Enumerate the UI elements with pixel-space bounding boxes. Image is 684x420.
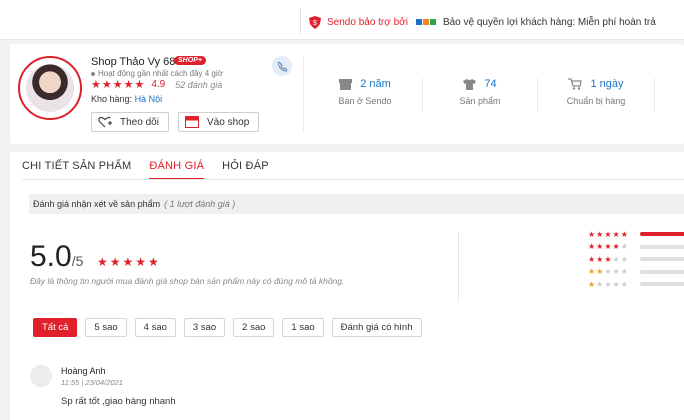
distribution-bar-fill: [640, 232, 684, 237]
stat-label: Chuẩn bị hàng: [566, 96, 626, 106]
distribution-stars-icon: ★★★★★: [588, 267, 629, 277]
tab-reviews[interactable]: ĐÁNH GIÁ: [149, 160, 205, 180]
score-out-of: /5: [71, 253, 84, 269]
divider: [458, 232, 459, 302]
shop-avatar[interactable]: [18, 56, 82, 120]
filter-chip[interactable]: 5 sao: [85, 318, 127, 337]
stat-value: 1 ngày: [590, 78, 624, 90]
distribution-stars-icon: ★★★★★: [588, 229, 629, 239]
follow-button[interactable]: Theo dõi: [91, 112, 169, 132]
tab-bar: CHI TIẾT SẢN PHẨM ĐÁNH GIÁ HỎI ĐÁP: [22, 160, 287, 180]
score-note: Đây là thông tin người mua đánh giá shop…: [30, 276, 345, 286]
stat-prepare: 1 ngày Chuẩn bị hàng: [556, 78, 636, 106]
rating-stars-icon: ★★★★★: [91, 79, 146, 91]
distribution-row[interactable]: ★★★★★: [588, 228, 684, 241]
phone-icon: [277, 60, 287, 71]
distribution-stars-icon: ★★★★★: [588, 254, 629, 264]
tab-qa[interactable]: HỎI ĐÁP: [222, 160, 269, 180]
shop-icon: [185, 116, 199, 128]
filter-chip[interactable]: 4 sao: [134, 318, 176, 337]
distribution-stars-icon: ★★★★★: [588, 279, 629, 289]
divider: [422, 78, 423, 112]
review-time: 11:55 | 23/04/2021: [61, 378, 123, 387]
distribution-bar: [640, 269, 684, 274]
review-text: Sp rất tốt ,giao hàng nhanh: [61, 396, 176, 407]
svg-text:$: $: [313, 20, 317, 27]
status-dot-icon: [91, 71, 95, 76]
distribution-bar: [640, 257, 684, 262]
store-icon: [339, 78, 353, 90]
warehouse: Kho hàng: Hà Nội: [91, 94, 162, 104]
distribution-row[interactable]: ★★★★★: [588, 278, 684, 291]
distribution-row[interactable]: ★★★★★: [588, 266, 684, 279]
distribution-bar: [640, 232, 684, 237]
tab-product-details[interactable]: CHI TIẾT SẢN PHẨM: [22, 160, 131, 180]
shop-rating: ★★★★★ 4.9 52 đánh giá: [91, 78, 222, 91]
review-heading: Đánh giá nhận xét về sản phẩm: [33, 199, 161, 209]
rating-value: 4.9: [151, 79, 166, 90]
chat-button[interactable]: [272, 56, 292, 76]
product-tabs-panel: CHI TIẾT SẢN PHẨM ĐÁNH GIÁ HỎI ĐÁP Đánh …: [10, 152, 684, 420]
stat-label: Sản phẩm: [459, 96, 501, 106]
warehouse-label: Kho hàng:: [91, 94, 133, 104]
stat-value: 74: [484, 78, 497, 90]
divider: [22, 179, 684, 180]
distribution-bar: [640, 244, 684, 249]
avatar: [26, 64, 74, 112]
visit-shop-label: Vào shop: [207, 116, 250, 128]
stat-years: 2 năm Bán ở Sendo: [325, 78, 405, 106]
filter-chip[interactable]: 3 sao: [183, 318, 226, 337]
score-value: 5.0: [30, 240, 72, 273]
heart-plus-icon: [98, 116, 112, 128]
distribution-row[interactable]: ★★★★★: [588, 253, 684, 266]
shop-plus-badge: SHOP+: [174, 56, 206, 65]
divider: [303, 56, 304, 132]
reviewer-name: Hoàng Anh: [61, 366, 106, 376]
shop-name[interactable]: Shop Thảo Vy 68: [91, 56, 175, 68]
visit-shop-button[interactable]: Vào shop: [178, 112, 259, 132]
online-status-text: Hoạt động gần nhất cách đây 4 giờ: [98, 69, 223, 78]
stat-products: 74 Sản phẩm: [440, 78, 520, 106]
divider: [537, 78, 538, 112]
score-stars-icon: ★★★★★: [97, 255, 161, 269]
shop-card: Shop Thảo Vy 68 SHOP+ Hoạt động gần nhất…: [10, 44, 684, 144]
filter-chip[interactable]: 1 sao: [282, 318, 324, 337]
average-score: 5.0/5: [30, 240, 83, 274]
reviewer-avatar: [30, 365, 52, 387]
sponsor-strip: $ Sendo bảo trợ bởi Bảo vệ quyền lợi khá…: [300, 9, 684, 35]
rating-count: 52 đánh giá: [175, 79, 223, 90]
tshirt-icon: [463, 78, 477, 90]
protection-text: Bảo vệ quyền lợi khách hàng: Miễn phí ho…: [442, 16, 656, 28]
stat-label: Bán ở Sendo: [338, 96, 392, 106]
sponsor-text: Sendo bảo trợ bởi: [327, 16, 408, 28]
promo-bar: $ Sendo bảo trợ bởi Bảo vệ quyền lợi khá…: [0, 0, 684, 40]
shield-icon: $: [309, 15, 321, 29]
cart-icon: [568, 78, 583, 90]
filter-chip[interactable]: 2 sao: [233, 318, 275, 337]
online-status: Hoạt động gần nhất cách đây 4 giờ: [91, 69, 223, 78]
filter-chip[interactable]: Đánh giá có hình: [331, 318, 422, 337]
filter-chip[interactable]: Tất cả: [33, 318, 78, 337]
divider: [654, 78, 655, 112]
rating-distribution: ★★★★★ ★★★★★ ★★★★★ ★★★★★ ★★★★★: [588, 228, 684, 291]
review-count: ( 1 lượt đánh giá ): [164, 199, 236, 209]
distribution-bar: [640, 282, 684, 287]
follow-label: Theo dõi: [120, 116, 159, 128]
distribution-row[interactable]: ★★★★★: [588, 241, 684, 254]
distribution-stars-icon: ★★★★★: [588, 242, 629, 252]
review-section-header: Đánh giá nhận xét về sản phẩm ( 1 lượt đ…: [29, 194, 684, 214]
fpt-logo-icon: [415, 19, 437, 25]
review-filters: Tất cả 5 sao 4 sao 3 sao 2 sao 1 sao Đánh giá …: [33, 318, 422, 337]
warehouse-city[interactable]: Hà Nội: [135, 94, 163, 104]
stat-value: 2 năm: [360, 78, 391, 90]
